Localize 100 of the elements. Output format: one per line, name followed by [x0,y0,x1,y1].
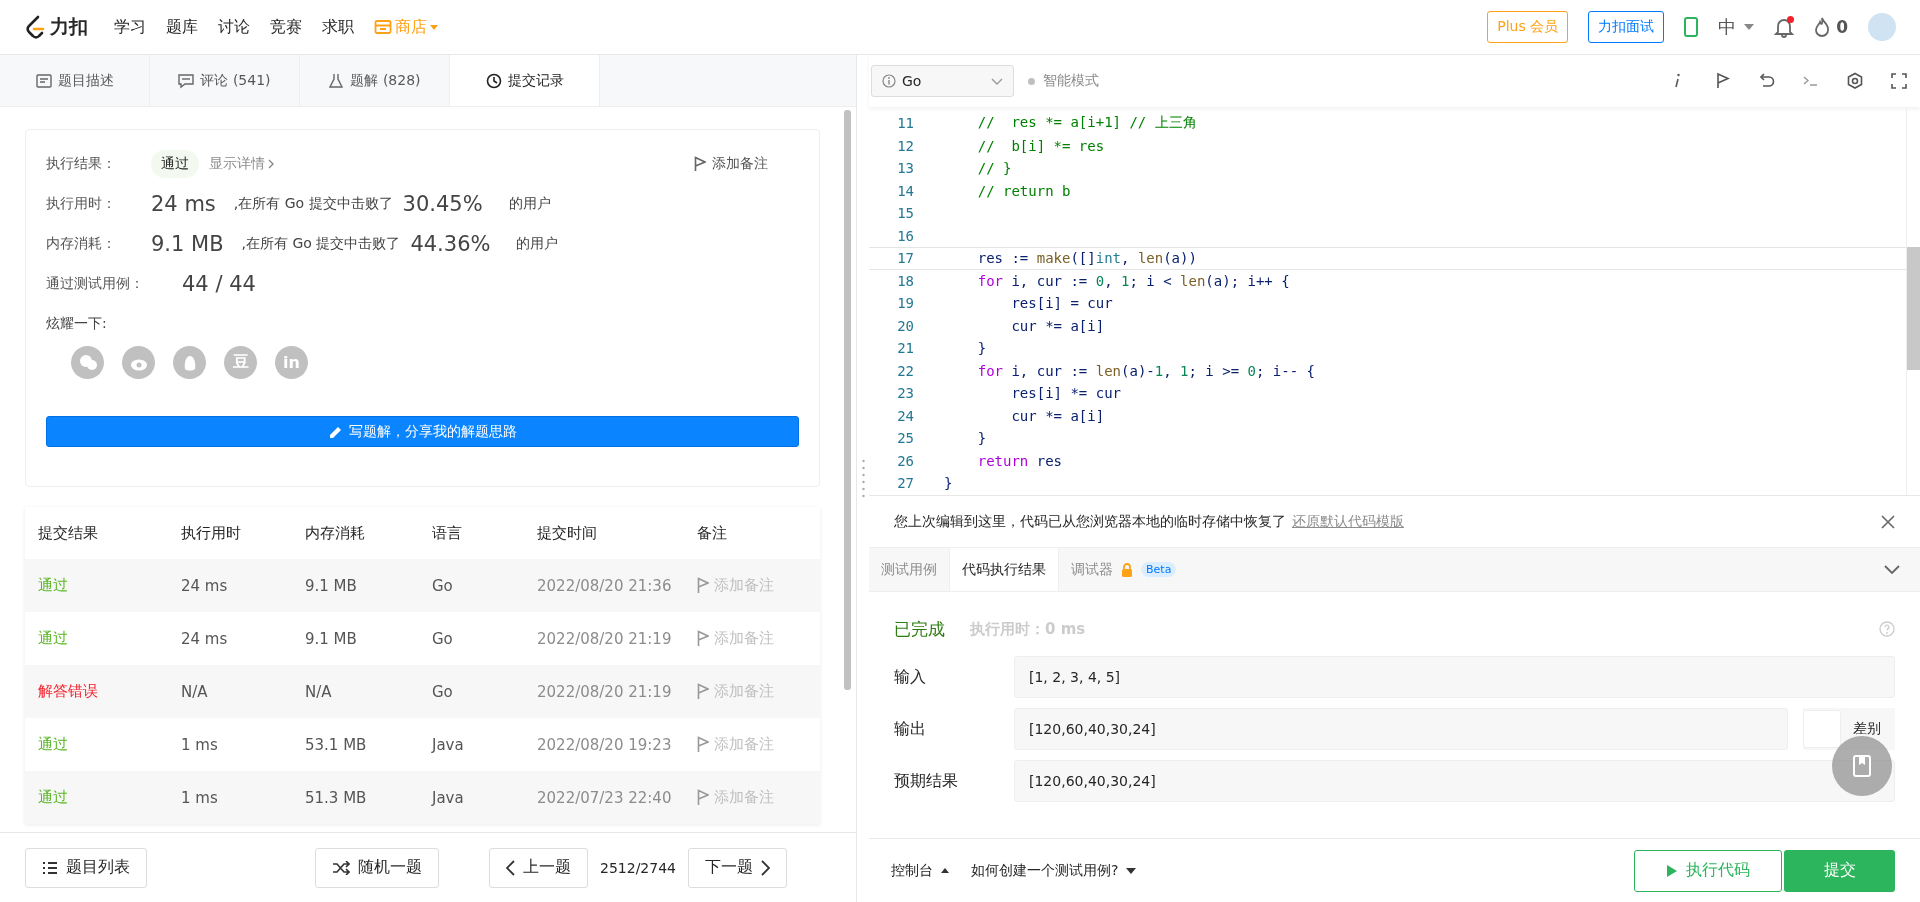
table-cell-text: Go [432,682,454,701]
tab[interactable]: 题目描述 [0,55,150,106]
points-count: 0 [1836,17,1848,37]
line-number: 17 [896,250,915,267]
column-header: 执行用时 [181,523,242,543]
help-link[interactable]: 如何创建一个测试用例? [971,861,1137,880]
store-link[interactable]: 商店 [374,16,438,38]
table-cell-text: 2022/08/20 21:19 [537,629,673,648]
run-status: 已完成 [894,617,945,641]
code-line: } [976,340,987,357]
code-line: } [943,475,953,492]
field-label: 输出 [894,718,927,740]
restore-template-link[interactable]: 还原默认代码模版 [1292,512,1404,531]
field-label: 内存消耗： [46,235,117,253]
problem-list-button[interactable]: 题目列表 [25,847,147,888]
table-cell-text: 53.1 MB [305,735,368,754]
smart-mode-toggle[interactable]: 智能模式 [1043,72,1099,90]
previous-button[interactable]: 上一题 [489,847,588,888]
interview-button[interactable]: 力扣面试 [1588,11,1665,43]
line-number: 16 [896,227,915,244]
share-label: 炫耀一下: [46,315,107,333]
code-line: return res [976,452,1062,469]
table-cell-text: 1 ms [181,788,219,807]
line-number: 15 [896,205,915,222]
line-number: 14 [896,182,915,199]
table-cell-text: 2022/07/23 22:40 [537,788,673,807]
column-header: 提交时间 [537,523,598,543]
nav-link[interactable]: 求职 [322,16,354,38]
code-line: } [976,430,987,447]
tab[interactable]: 评论 (541) [150,55,300,106]
line-number: 26 [896,452,915,469]
code-line: // res *= a[i+1] // 上三角 [976,114,1197,133]
line-number: 20 [896,317,915,334]
code-line: // return b [976,182,1071,199]
table-cell-text: Go [432,576,454,595]
table-cell-text: Java [432,735,465,754]
line-number: 27 [896,475,915,492]
tab[interactable]: 代码执行结果 [949,548,1059,591]
stat-text: 的用户 [508,195,551,213]
test-count: 44 / 44 [182,272,256,296]
nav-link[interactable]: 讨论 [218,16,250,38]
result-cell[interactable]: 通过 [38,576,181,595]
result-cell[interactable]: 通过 [38,735,181,754]
code-line: res[i] *= cur [1010,385,1121,402]
result-cell[interactable]: 通过 [38,629,181,648]
line-number: 25 [896,430,915,447]
table-cell-text: 24 ms [181,576,229,595]
output-field: [120,60,40,30,24] [1014,760,1895,802]
console-button[interactable]: 控制台 [891,861,949,880]
table-cell-text: Go [432,629,454,648]
random-button[interactable]: 随机一题 [315,847,439,888]
result-cell[interactable]: 解答错误 [38,682,181,701]
field-label: 预期结果 [894,770,959,792]
result-cell[interactable]: 通过 [38,788,181,807]
table-cell-text: 24 ms [181,629,229,648]
table-cell-text: 51.3 MB [305,788,368,807]
column-header: 语言 [432,523,463,543]
nav-link[interactable]: 学习 [114,16,146,38]
code-line: res := make([]int, len(a)) [976,250,1197,267]
column-header: 内存消耗 [305,523,366,543]
line-number: 18 [896,272,915,289]
table-cell-text: 9.1 MB [305,629,358,648]
details-link[interactable]: 显示详情 [209,155,274,173]
code-line: for i, cur := len(a)-1, 1; i >= 0; i-- { [976,362,1315,379]
code-line: res[i] = cur [1010,295,1113,312]
line-number: 24 [896,407,915,424]
tab[interactable]: 调试器 Beta [1059,548,1189,591]
table-cell-text: Java [432,788,465,807]
code-line: for i, cur := 0, 1; i < len(a); i++ { [976,272,1290,289]
field-label: 输入 [894,666,927,688]
tab[interactable]: 测试用例 [869,548,949,591]
notice-text: 您上次编辑到这里，代码已从您浏览器本地的临时存储中恢复了 [894,512,1286,531]
language-dropdown[interactable]: 中 [1718,15,1755,39]
code-line: // b[i] *= res [976,137,1105,154]
nav-link[interactable]: 竞赛 [270,16,302,38]
line-number: 13 [896,160,915,177]
tab[interactable]: 提交记录 [450,55,600,106]
line-number: 11 [896,115,915,132]
diff-label: 差别 [1853,720,1881,738]
next-button[interactable]: 下一题 [688,847,787,888]
column-header: 备注 [697,523,728,543]
code-line: // } [976,160,1012,177]
status-badge: 通过 [151,150,199,178]
beta-badge: Beta [1141,562,1177,577]
language-select[interactable]: Go [871,65,1014,97]
write-solution-button[interactable]: 写题解，分享我的解题思路 [46,416,799,447]
logo-text[interactable]: 力扣 [50,14,88,40]
table-cell-text: 9.1 MB [305,576,358,595]
plus-button[interactable]: Plus 会员 [1487,11,1569,43]
code-line: cur *= a[i] [1010,407,1105,424]
stat-percent: 44.36% [410,232,491,256]
table-cell-text: 1 ms [181,735,219,754]
nav-link[interactable]: 题库 [166,16,198,38]
stat-value: 9.1 MB [151,232,224,256]
stat-text: ,在所有 Go 提交中击败了 [241,235,401,253]
field-label: 执行结果： [46,155,117,173]
run-code-button[interactable]: 执行代码 [1634,849,1782,892]
submit-button[interactable]: 提交 [1784,849,1895,892]
add-note-button[interactable]: 添加备注 [688,154,774,174]
field-label: 通过测试用例： [46,275,145,293]
